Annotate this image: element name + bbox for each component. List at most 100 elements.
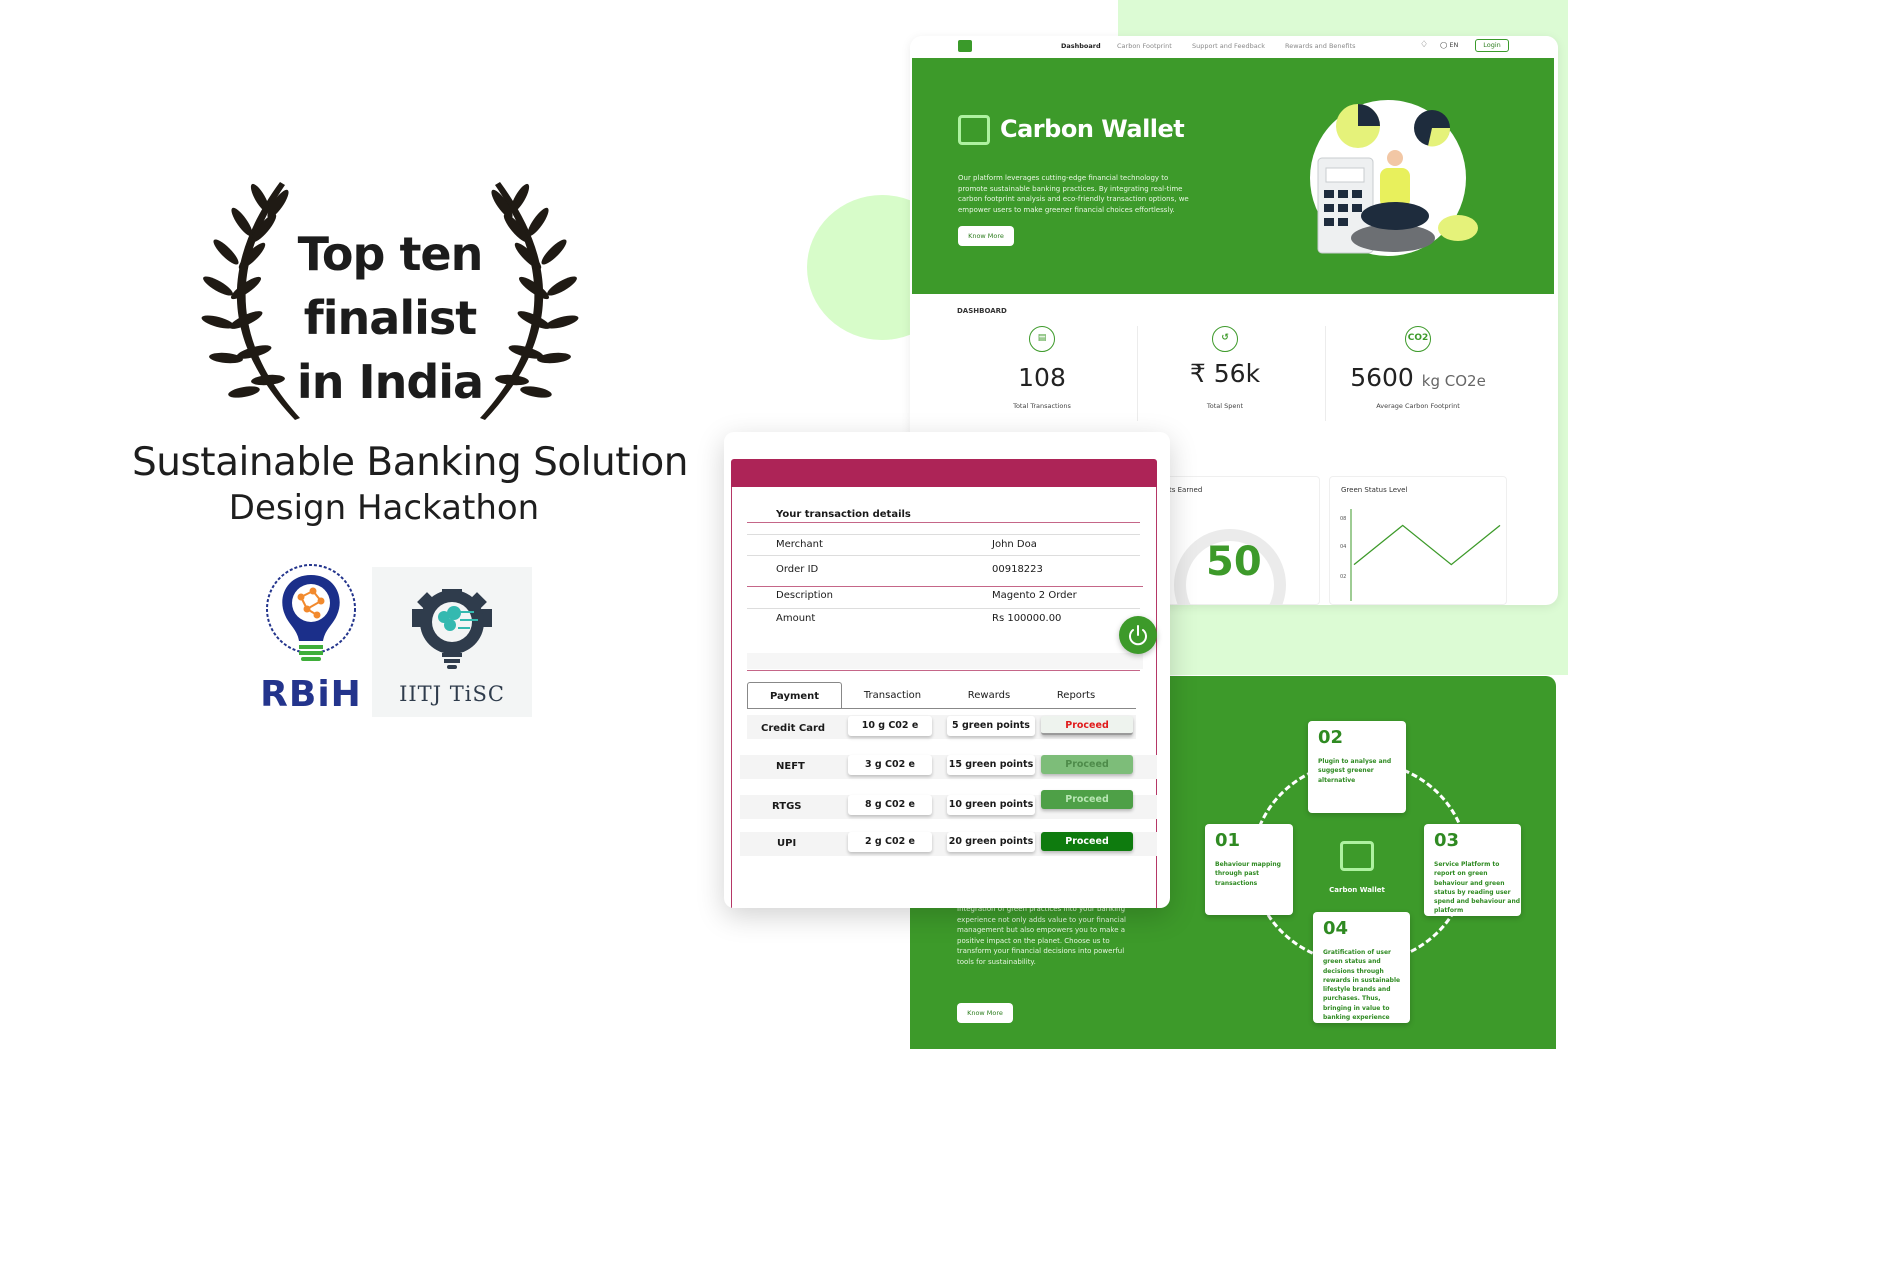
tick-label: 08	[1340, 516, 1346, 522]
tick-label: 02	[1340, 574, 1346, 580]
proceed-button-credit-card[interactable]: Proceed	[1041, 716, 1133, 735]
tick-label: 04	[1340, 544, 1346, 550]
process-know-more-button[interactable]: Know More	[957, 1003, 1013, 1023]
divider	[1325, 326, 1326, 421]
know-more-button[interactable]: Know More	[958, 226, 1014, 246]
step-number: 03	[1434, 830, 1460, 851]
bulb-brain-icon	[266, 564, 356, 661]
stat-label: Total Spent	[1206, 402, 1244, 410]
proceed-button-rtgs[interactable]: Proceed	[1041, 790, 1133, 809]
tab-underline	[747, 708, 1136, 709]
tab-rewards[interactable]: Rewards	[949, 682, 1029, 709]
status-line	[1353, 524, 1501, 566]
login-button[interactable]: Login	[1475, 39, 1509, 52]
step-number: 04	[1323, 918, 1349, 939]
stat-avg-carbon-footprint: CO2 5600 kg CO2e Average Carbon Footprin…	[1328, 321, 1508, 431]
panel-title: ts Earned	[1169, 486, 1203, 494]
award-line: in India	[296, 355, 484, 409]
hackathon-subtitle: Design Hackathon	[228, 488, 540, 528]
divider	[747, 555, 1140, 556]
stat-total-transactions: ▤ 108 Total Transactions	[952, 321, 1132, 431]
divider	[747, 608, 1140, 609]
divider	[747, 586, 1143, 587]
wallet-icon	[958, 115, 990, 145]
gear-bulb-icon	[412, 589, 492, 669]
co2-chip: 3 g C02 e	[848, 755, 932, 775]
detail-value-description: Magento 2 Order	[992, 590, 1077, 601]
hero-description: Our platform leverages cutting-edge fina…	[958, 174, 1189, 214]
points-chip: 15 green points	[947, 755, 1035, 775]
wallet-logo-icon[interactable]	[958, 40, 972, 52]
process-center-label: Carbon Wallet	[1329, 886, 1385, 894]
divider	[747, 534, 1140, 535]
detail-key-order-id: Order ID	[776, 564, 819, 575]
award-badge: Top ten finalist in India	[180, 180, 600, 430]
proceed-button-neft[interactable]: Proceed	[1041, 755, 1133, 774]
stat-value: 108	[952, 363, 1132, 392]
transaction-modal: Your transaction details Merchant John D…	[724, 432, 1170, 908]
proceed-button-upi[interactable]: Proceed	[1041, 832, 1133, 851]
process-description: Integration of green practices into your…	[957, 905, 1126, 966]
nav-dashboard[interactable]: Dashboard	[1061, 42, 1101, 50]
step-number: 02	[1318, 727, 1344, 748]
nav-rewards-benefits[interactable]: Rewards and Benefits	[1285, 42, 1356, 50]
detail-key-merchant: Merchant	[776, 539, 823, 550]
detail-value-amount: Rs 100000.00	[992, 613, 1062, 624]
co2-chip: 2 g C02 e	[848, 832, 932, 852]
transaction-details-title: Your transaction details	[776, 509, 911, 520]
step-text: Behaviour mapping through past transacti…	[1215, 861, 1281, 887]
nav-carbon-footprint[interactable]: Carbon Footprint	[1117, 42, 1172, 50]
language-selector[interactable]: ◯ EN	[1440, 41, 1458, 49]
section-label: DASHBOARD	[957, 307, 1007, 315]
page: Top ten finalist in India Sustainable Ba…	[0, 0, 1568, 1049]
modal-header-bar	[731, 459, 1157, 487]
bell-icon[interactable]: ♢	[1420, 40, 1429, 50]
points-chip: 5 green points	[947, 716, 1035, 736]
stat-total-spent: ↺ ₹ 56k Total Spent	[1135, 321, 1315, 431]
rbih-wordmark: RBiH	[260, 674, 362, 715]
award-line: Top ten	[297, 227, 484, 281]
process-step-04: 04 Gratification of user green status an…	[1313, 912, 1410, 1023]
power-button[interactable]	[1119, 616, 1157, 654]
detail-value-order-id: 00918223	[992, 564, 1043, 575]
detail-value-merchant: John Doa	[992, 539, 1037, 550]
stat-number: ₹ 56k	[1189, 359, 1261, 388]
points-chip: 10 green points	[947, 795, 1035, 815]
hackathon-title: Sustainable Banking Solution	[132, 440, 688, 485]
process-step-03: 03 Service Platform to report on green b…	[1424, 824, 1521, 916]
stat-label: Average Carbon Footprint	[1376, 402, 1460, 410]
wallet-icon: ▤	[1029, 326, 1055, 352]
co2-icon: CO2	[1405, 326, 1431, 352]
hero-banner: Carbon Wallet Our platform leverages cut…	[912, 58, 1554, 294]
wallet-icon	[1340, 841, 1374, 871]
step-number: 01	[1215, 830, 1241, 851]
divider	[747, 670, 1140, 671]
tab-reports[interactable]: Reports	[1042, 682, 1110, 709]
co2-chip: 10 g C02 e	[848, 716, 932, 736]
payment-mode-upi: UPI	[777, 838, 797, 849]
green-status-chart: 08 04 02	[1340, 509, 1501, 601]
award-title: Top ten finalist in India	[180, 222, 600, 414]
detail-key-description: Description	[776, 590, 833, 601]
finance-illustration-icon	[1310, 100, 1478, 256]
rupee-exchange-icon: ↺	[1212, 326, 1238, 352]
payment-mode-neft: NEFT	[776, 761, 805, 772]
hero-title: Carbon Wallet	[1000, 115, 1185, 143]
power-icon	[1129, 625, 1147, 646]
rbih-logo: RBiH	[255, 557, 367, 717]
step-text: Service Platform to report on green beha…	[1434, 861, 1521, 915]
tab-transaction[interactable]: Transaction	[851, 682, 934, 709]
nav-support-feedback[interactable]: Support and Feedback	[1192, 42, 1265, 50]
step-text: Plugin to analyse and suggest greener al…	[1318, 758, 1392, 784]
stat-value: ₹ 56k	[1135, 359, 1315, 388]
step-text: Gratification of user green status and d…	[1323, 949, 1401, 1022]
payment-mode-credit-card: Credit Card	[761, 723, 826, 734]
stat-label: Total Transactions	[1013, 402, 1071, 410]
award-line: finalist	[303, 291, 477, 345]
divider	[747, 522, 1140, 523]
process-step-02: 02 Plugin to analyse and suggest greener…	[1308, 721, 1406, 813]
payment-mode-rtgs: RTGS	[772, 801, 802, 812]
co2-chip: 8 g C02 e	[848, 795, 932, 815]
tab-payment[interactable]: Payment	[747, 682, 842, 709]
stat-number: 108	[1018, 363, 1066, 392]
